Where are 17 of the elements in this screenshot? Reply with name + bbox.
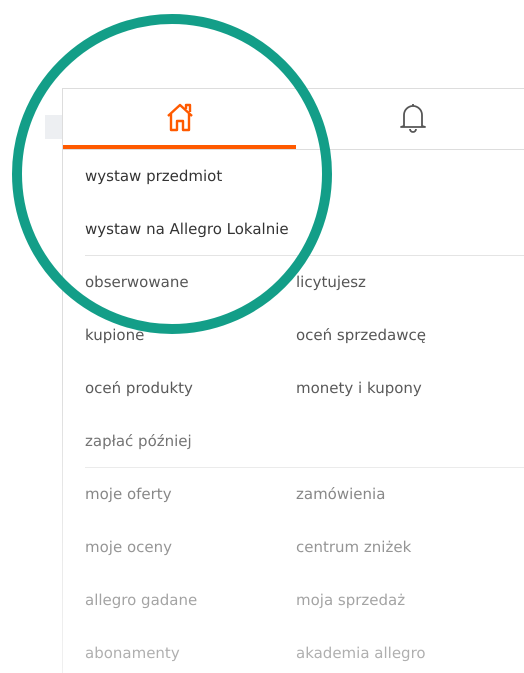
background-strip <box>45 115 62 139</box>
menu-link[interactable]: oceń produkty <box>85 376 193 400</box>
menu-link[interactable]: wystaw na Allegro Lokalnie <box>85 217 289 241</box>
menu-link[interactable]: centrum zniżek <box>296 535 412 559</box>
menu-link[interactable]: licytujesz <box>296 270 366 294</box>
menu-link[interactable]: kupione <box>85 323 144 347</box>
menu-link[interactable]: monety i kupony <box>296 376 422 400</box>
menu-link[interactable]: moje oceny <box>85 535 172 559</box>
bell-icon <box>398 101 426 133</box>
menu-link[interactable]: wystaw przedmiot <box>85 164 222 188</box>
menu-link[interactable]: obserwowane <box>85 270 189 294</box>
menu-link[interactable]: zamówienia <box>296 482 386 506</box>
menu-link[interactable]: allegro gadane <box>85 588 198 612</box>
menu-link[interactable]: moje oferty <box>85 482 172 506</box>
menu-link[interactable]: moja sprzedaż <box>296 588 406 612</box>
menu-link[interactable]: zapłać później <box>85 429 192 453</box>
menu-link[interactable]: oceń sprzedawcę <box>296 323 426 347</box>
